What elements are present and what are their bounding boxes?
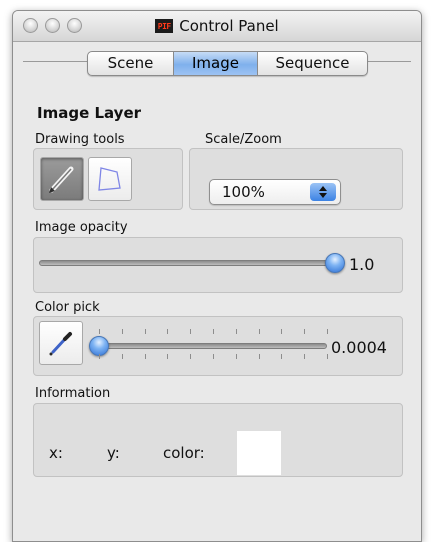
tab-bar: Scene Image Sequence <box>87 51 368 76</box>
tab-image[interactable]: Image <box>174 52 258 75</box>
drawing-tools-group <box>33 148 183 210</box>
title-bar[interactable]: PIF Control Panel <box>13 11 421 42</box>
information-group <box>33 403 403 477</box>
tick-top <box>121 329 123 334</box>
tick-top <box>304 329 306 334</box>
tab-scene[interactable]: Scene <box>88 52 174 75</box>
color-label: color: <box>163 444 205 462</box>
x-coordinate-label: x: <box>49 444 63 462</box>
scale-zoom-select[interactable]: 100% <box>209 179 341 205</box>
image-opacity-slider-track[interactable] <box>39 260 335 266</box>
pencil-icon <box>49 166 74 193</box>
scale-zoom-label: Scale/Zoom <box>205 132 282 147</box>
tick-bottom <box>190 354 192 359</box>
select-arrows-icon[interactable] <box>310 183 336 201</box>
tick-bottom <box>304 354 306 359</box>
color-pick-slider-knob[interactable] <box>89 336 110 356</box>
color-pick-slider-track[interactable] <box>99 343 327 349</box>
app-icon: PIF <box>155 19 174 33</box>
tick-bottom <box>258 354 260 359</box>
tick-bottom <box>235 354 237 359</box>
scale-zoom-value: 100% <box>222 183 265 201</box>
panel-heading: Image Layer <box>37 104 142 122</box>
tick-top <box>235 329 237 334</box>
eyedropper-icon <box>49 332 72 356</box>
pencil-tool-button[interactable] <box>40 157 84 201</box>
information-label: Information <box>35 386 111 401</box>
tick-bottom <box>144 354 146 359</box>
tick-bottom <box>327 354 328 359</box>
tick-bottom <box>121 354 123 359</box>
polygon-tool-button[interactable] <box>88 157 132 201</box>
color-pick-value: 0.0004 <box>331 338 387 357</box>
image-opacity-value: 1.0 <box>349 255 375 274</box>
window-title: Control Panel <box>179 17 279 35</box>
tick-top <box>327 329 328 334</box>
control-panel-window: PIF Control Panel Scene Image Sequence I… <box>12 10 422 542</box>
polygon-icon <box>98 167 121 191</box>
eyedropper-button[interactable] <box>39 321 83 365</box>
tick-top <box>281 329 283 334</box>
color-pick-label: Color pick <box>35 300 100 315</box>
tick-bottom <box>281 354 283 359</box>
y-coordinate-label: y: <box>107 444 120 462</box>
tick-bottom <box>99 354 100 359</box>
tick-top <box>167 329 169 334</box>
drawing-tools-label: Drawing tools <box>35 132 125 147</box>
tick-top <box>99 329 100 334</box>
tick-top <box>144 329 146 334</box>
window-title-group: PIF Control Panel <box>13 11 421 41</box>
tick-bottom <box>213 354 214 359</box>
color-swatch <box>237 431 281 475</box>
tab-sequence[interactable]: Sequence <box>258 52 367 75</box>
tick-top <box>190 329 192 334</box>
tick-top <box>258 329 260 334</box>
image-opacity-slider-knob[interactable] <box>325 253 345 273</box>
image-opacity-label: Image opacity <box>35 220 128 235</box>
tick-top <box>213 329 214 334</box>
tick-bottom <box>167 354 169 359</box>
